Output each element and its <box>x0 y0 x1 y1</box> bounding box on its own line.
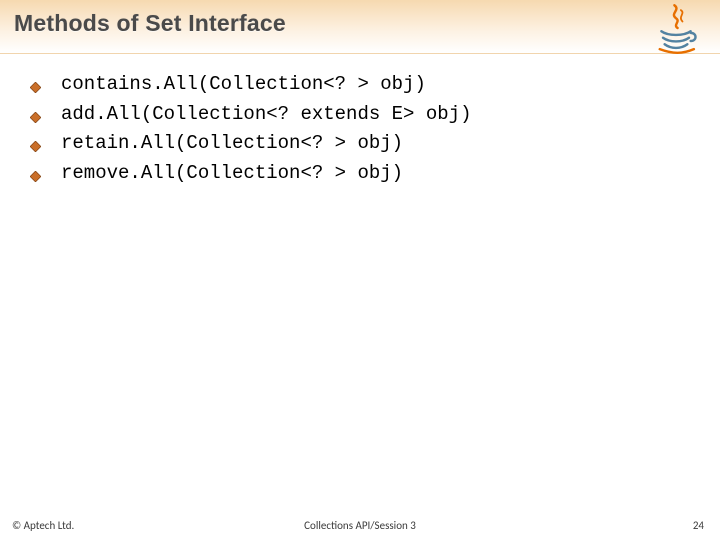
list-item: remove.All(Collection<? > obj) <box>30 161 700 189</box>
list-item: contains.All(Collection<? > obj) <box>30 72 700 100</box>
diamond-bullet-icon <box>30 78 41 100</box>
copyright-text: © Aptech Ltd. <box>12 519 74 532</box>
java-logo-icon <box>650 2 702 54</box>
content-area: contains.All(Collection<? > obj) add.All… <box>0 54 720 188</box>
diamond-bullet-icon <box>30 137 41 159</box>
slide-title: Methods of Set Interface <box>14 10 706 37</box>
list-item: retain.All(Collection<? > obj) <box>30 131 700 159</box>
method-signature: retain.All(Collection<? > obj) <box>61 131 403 157</box>
list-item: add.All(Collection<? extends E> obj) <box>30 102 700 130</box>
method-signature: contains.All(Collection<? > obj) <box>61 72 426 98</box>
slide: Methods of Set Interface contains.Al <box>0 0 720 540</box>
session-text: Collections API/Session 3 <box>304 519 416 532</box>
page-number: 24 <box>693 519 704 532</box>
method-signature: add.All(Collection<? extends E> obj) <box>61 102 471 128</box>
method-signature: remove.All(Collection<? > obj) <box>61 161 403 187</box>
diamond-bullet-icon <box>30 167 41 189</box>
title-bar: Methods of Set Interface <box>0 0 720 54</box>
diamond-bullet-icon <box>30 108 41 130</box>
